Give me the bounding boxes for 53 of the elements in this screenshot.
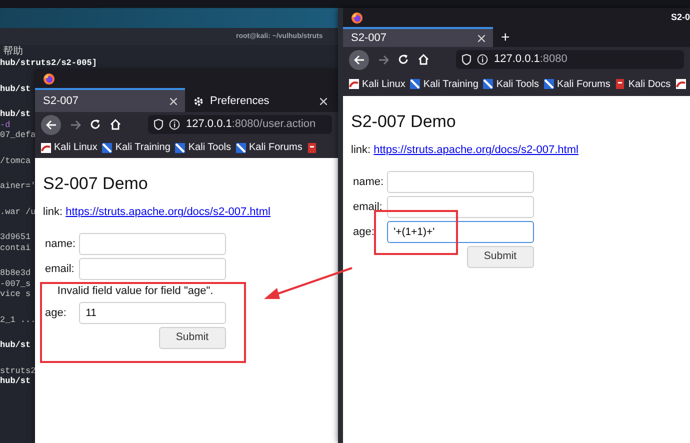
terminal-line: hub/st (0, 340, 31, 350)
terminal-line: 3d9651 (0, 232, 31, 242)
bookmark-link[interactable]: Kali Forums (236, 140, 302, 155)
submit-button[interactable]: Submit (158, 327, 226, 350)
bookmark-link[interactable]: Kali Training (102, 140, 170, 155)
browser-tab[interactable]: S2-007 (343, 27, 493, 47)
page-heading: S2-007 Demo (43, 174, 149, 194)
bookmark-link[interactable]: Kali Linux (41, 140, 98, 155)
link-label: link: (351, 144, 371, 156)
field-label: name: (45, 236, 76, 252)
terminal-line: vice s (0, 289, 31, 300)
submit-button[interactable]: Submit (466, 246, 534, 268)
field-label: email: (353, 200, 384, 215)
address-bar[interactable]: 127.0.0.1:8080 (456, 50, 684, 69)
browser-tab[interactable]: S2-007 (35, 88, 185, 112)
terminal-line: hub/st (0, 109, 31, 120)
terminal-line: hub/struts2/s2-005] (0, 58, 97, 68)
terminal-line: 07_defa (0, 130, 36, 140)
field-label: age: (353, 224, 376, 240)
url-text: 127.0.0.1:8080 (494, 52, 568, 68)
url-text: 127.0.0.1:8080/user.action (186, 117, 316, 132)
link-label: link: (43, 206, 63, 218)
bookmark-link[interactable]: Kali Docs (615, 76, 671, 92)
terminal-line: 8b8e3d (0, 268, 31, 278)
terminal-line: ainer=' (0, 181, 36, 192)
field-label: email: (45, 262, 76, 277)
docs-link[interactable]: https://struts.apache.org/docs/s2-007.html (374, 144, 578, 156)
bookmark-link[interactable]: Kali Tools (483, 76, 540, 92)
terminal-line: .war /u (0, 206, 36, 217)
terminal-line: contai (0, 242, 31, 253)
bookmark-link[interactable]: Kali Tools (175, 140, 232, 155)
terminal-line: hub/st (0, 84, 31, 94)
docs-link[interactable]: https://struts.apache.org/docs/s2-007.html (66, 206, 270, 218)
error-message: Invalid field value for field "age". (56, 284, 214, 299)
field-label: age: (45, 306, 68, 322)
input-field[interactable]: '+(1+1)+' (386, 220, 534, 243)
bookmark-link[interactable]: Kali Linux (349, 76, 406, 92)
browser-tab[interactable]: Preferences (185, 88, 335, 112)
terminal-line: /tomca (0, 156, 31, 166)
bookmark-link[interactable]: Kali Forums (544, 76, 610, 92)
terminal-line: -007_s (0, 278, 31, 289)
terminal-line: 2_1 ... (0, 314, 36, 325)
terminal-line: hub/st (0, 376, 31, 386)
new-tab-button[interactable]: + (493, 27, 518, 47)
menu-item[interactable]: 帮助 (3, 46, 23, 57)
page-heading: S2-007 Demo (351, 112, 457, 132)
address-bar[interactable]: 127.0.0.1:8080/user.action (148, 115, 332, 134)
field-label: name: (353, 174, 384, 190)
input-field[interactable]: 11 (78, 302, 226, 324)
terminal-line: struts2 (0, 366, 36, 376)
bookmark-link[interactable]: Kali Training (410, 76, 478, 92)
terminal-line: -d (0, 120, 10, 130)
window-title: S2-0 (670, 10, 690, 24)
